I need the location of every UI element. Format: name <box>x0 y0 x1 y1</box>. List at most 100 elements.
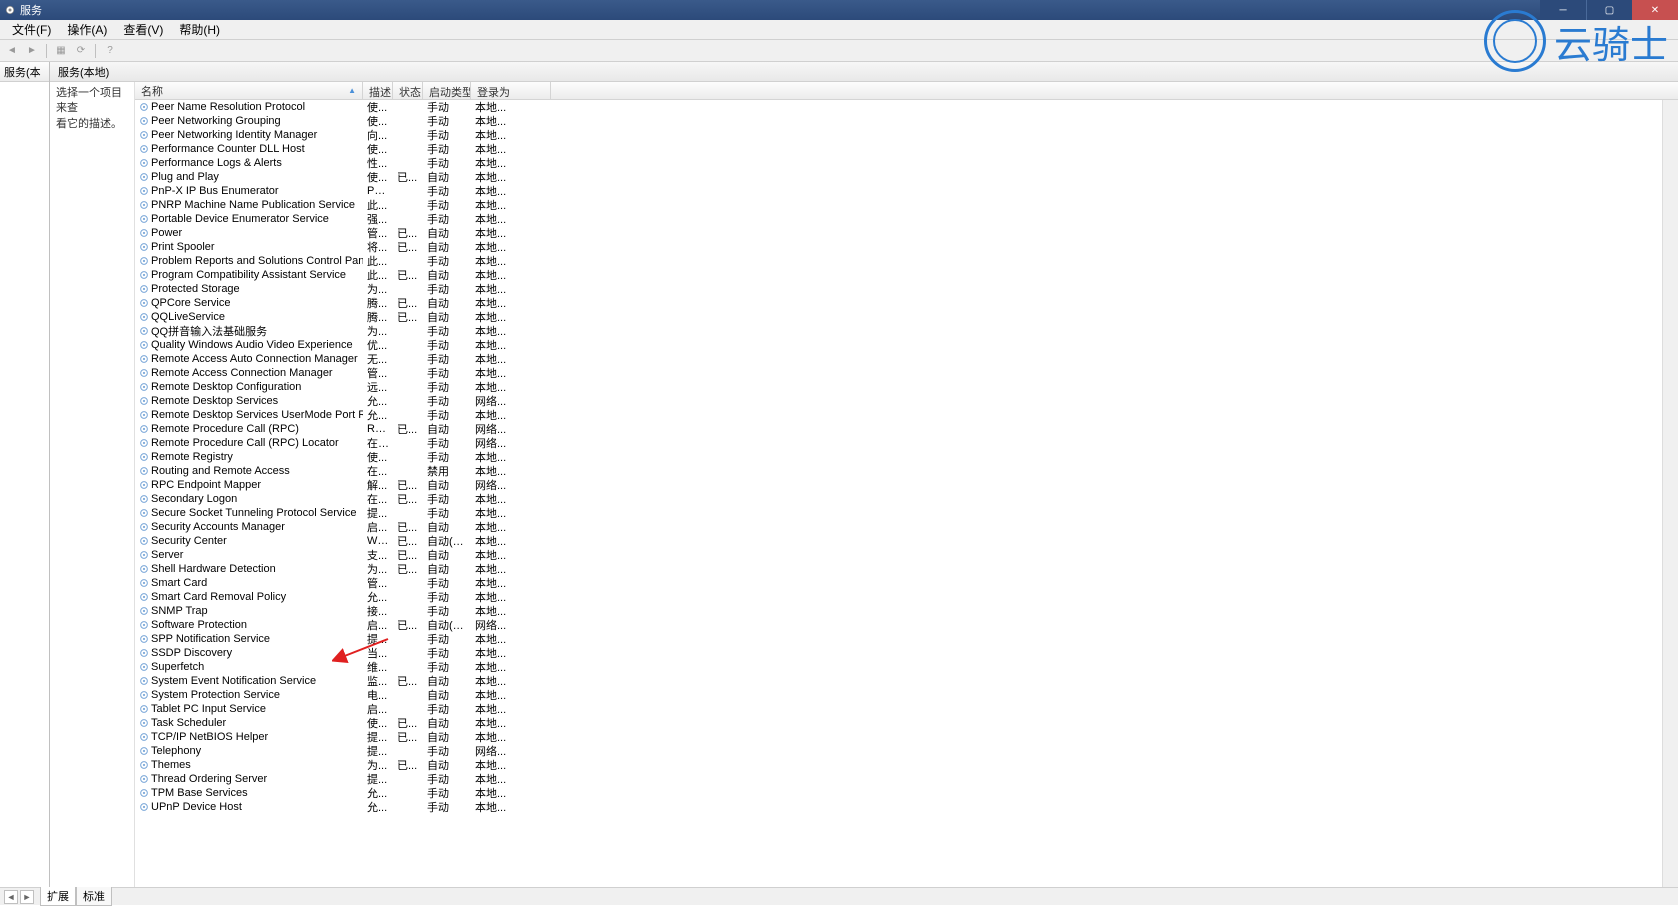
service-row[interactable]: Power管...已...自动本地... <box>135 226 1678 240</box>
service-row[interactable]: Secondary Logon在...已...手动本地... <box>135 492 1678 506</box>
service-row[interactable]: Protected Storage为...手动本地... <box>135 282 1678 296</box>
service-name-cell: Performance Counter DLL Host <box>135 143 363 155</box>
service-row[interactable]: SSDP Discovery当...手动本地... <box>135 646 1678 660</box>
service-name: Shell Hardware Detection <box>151 563 276 575</box>
gear-icon <box>139 144 149 154</box>
service-name-cell: Print Spooler <box>135 241 363 253</box>
help-button[interactable]: ? <box>102 43 118 59</box>
service-name-cell: Remote Access Connection Manager <box>135 367 363 379</box>
service-row[interactable]: Server支...已...自动本地... <box>135 548 1678 562</box>
services-list: 名称▲ 描述 状态 启动类型 登录为 Peer Name Resolution … <box>134 82 1678 887</box>
service-row[interactable]: Security CenterWS...已...自动(延...本地... <box>135 534 1678 548</box>
menu-help[interactable]: 帮助(H) <box>171 19 228 40</box>
service-row[interactable]: System Event Notification Service监...已..… <box>135 674 1678 688</box>
service-row[interactable]: Tablet PC Input Service启...手动本地... <box>135 702 1678 716</box>
service-row[interactable]: Print Spooler将...已...自动本地... <box>135 240 1678 254</box>
service-row[interactable]: Smart Card管...手动本地... <box>135 576 1678 590</box>
service-row[interactable]: Problem Reports and Solutions Control Pa… <box>135 254 1678 268</box>
nav-next-button[interactable]: ► <box>20 890 34 904</box>
service-row[interactable]: Task Scheduler使...已...自动本地... <box>135 716 1678 730</box>
service-name-cell: Power <box>135 227 363 239</box>
service-row[interactable]: Peer Networking Identity Manager向...手动本地… <box>135 128 1678 142</box>
gear-icon <box>139 746 149 756</box>
service-row[interactable]: RPC Endpoint Mapper解...已...自动网络... <box>135 478 1678 492</box>
service-row[interactable]: Smart Card Removal Policy允...手动本地... <box>135 590 1678 604</box>
gear-icon <box>139 270 149 280</box>
service-row[interactable]: Remote Desktop Services UserMode Port Re… <box>135 408 1678 422</box>
service-row[interactable]: Superfetch维...手动本地... <box>135 660 1678 674</box>
view-tabs: 扩展 标准 <box>40 887 112 906</box>
back-button[interactable]: ◄ <box>4 43 20 59</box>
gear-icon <box>139 228 149 238</box>
service-row[interactable]: Remote Desktop Configuration远...手动本地... <box>135 380 1678 394</box>
service-name: System Event Notification Service <box>151 675 316 687</box>
toolbar-button[interactable]: ▦ <box>53 43 69 59</box>
service-name: Security Accounts Manager <box>151 521 285 533</box>
service-row[interactable]: Secure Socket Tunneling Protocol Service… <box>135 506 1678 520</box>
service-row[interactable]: QQLiveService腾...已...自动本地... <box>135 310 1678 324</box>
menu-view[interactable]: 查看(V) <box>115 19 171 40</box>
col-header-startup[interactable]: 启动类型 <box>423 82 471 99</box>
service-row[interactable]: Peer Networking Grouping使...手动本地... <box>135 114 1678 128</box>
service-row[interactable]: Performance Counter DLL Host使...手动本地... <box>135 142 1678 156</box>
close-button[interactable]: ✕ <box>1632 0 1678 20</box>
service-row[interactable]: Portable Device Enumerator Service强...手动… <box>135 212 1678 226</box>
service-row[interactable]: System Protection Service电...自动本地... <box>135 688 1678 702</box>
service-row[interactable]: Security Accounts Manager启...已...自动本地... <box>135 520 1678 534</box>
service-row[interactable]: SNMP Trap接...手动本地... <box>135 604 1678 618</box>
service-row[interactable]: Peer Name Resolution Protocol使...手动本地... <box>135 100 1678 114</box>
menu-action[interactable]: 操作(A) <box>59 19 115 40</box>
service-row[interactable]: UPnP Device Host允...手动本地... <box>135 800 1678 814</box>
service-row[interactable]: Telephony提...手动网络... <box>135 744 1678 758</box>
service-row[interactable]: PNRP Machine Name Publication Service此..… <box>135 198 1678 212</box>
service-name-cell: Peer Networking Identity Manager <box>135 129 363 141</box>
service-row[interactable]: QQ拼音输入法基础服务为...手动本地... <box>135 324 1678 338</box>
service-row[interactable]: Performance Logs & Alerts性...手动本地... <box>135 156 1678 170</box>
service-row[interactable]: TCP/IP NetBIOS Helper提...已...自动本地... <box>135 730 1678 744</box>
minimize-button[interactable]: ─ <box>1540 0 1586 20</box>
service-row[interactable]: Themes为...已...自动本地... <box>135 758 1678 772</box>
service-row[interactable]: Software Protection启...已...自动(延...网络... <box>135 618 1678 632</box>
forward-button[interactable]: ► <box>24 43 40 59</box>
service-row[interactable]: Remote Procedure Call (RPC)RP...已...自动网络… <box>135 422 1678 436</box>
service-row[interactable]: Program Compatibility Assistant Service此… <box>135 268 1678 282</box>
gear-icon <box>139 242 149 252</box>
col-header-name[interactable]: 名称▲ <box>135 82 363 99</box>
gear-icon <box>139 382 149 392</box>
tab-standard[interactable]: 标准 <box>76 887 112 906</box>
service-row[interactable]: Remote Procedure Call (RPC) Locator在 ...… <box>135 436 1678 450</box>
service-row[interactable]: QPCore Service腾...已...自动本地... <box>135 296 1678 310</box>
menu-file[interactable]: 文件(F) <box>4 19 59 40</box>
service-row[interactable]: PnP-X IP Bus EnumeratorPn...手动本地... <box>135 184 1678 198</box>
service-name: Print Spooler <box>151 241 215 253</box>
service-row[interactable]: Remote Registry使...手动本地... <box>135 450 1678 464</box>
nav-prev-button[interactable]: ◄ <box>4 890 18 904</box>
app-icon <box>4 4 16 16</box>
service-name: Problem Reports and Solutions Control Pa… <box>151 255 363 267</box>
refresh-button[interactable]: ⟳ <box>73 43 89 59</box>
service-row[interactable]: Remote Access Connection Manager管...手动本地… <box>135 366 1678 380</box>
maximize-button[interactable]: ▢ <box>1586 0 1632 20</box>
service-name-cell: Remote Desktop Configuration <box>135 381 363 393</box>
col-header-logon[interactable]: 登录为 <box>471 82 551 99</box>
service-name: TPM Base Services <box>151 787 248 799</box>
service-row[interactable]: Remote Access Auto Connection Manager无..… <box>135 352 1678 366</box>
service-name: Performance Counter DLL Host <box>151 143 305 155</box>
service-row[interactable]: Plug and Play使...已...自动本地... <box>135 170 1678 184</box>
vertical-scrollbar[interactable] <box>1662 100 1678 887</box>
service-name: Secondary Logon <box>151 493 237 505</box>
service-row[interactable]: TPM Base Services允...手动本地... <box>135 786 1678 800</box>
service-name: Remote Desktop Services <box>151 395 278 407</box>
col-header-status[interactable]: 状态 <box>393 82 423 99</box>
tab-extended[interactable]: 扩展 <box>40 887 76 906</box>
service-row[interactable]: Shell Hardware Detection为...已...自动本地... <box>135 562 1678 576</box>
service-row[interactable]: SPP Notification Service提...手动本地... <box>135 632 1678 646</box>
service-row[interactable]: Routing and Remote Access在...禁用本地... <box>135 464 1678 478</box>
col-header-desc[interactable]: 描述 <box>363 82 393 99</box>
service-name-cell: System Protection Service <box>135 689 363 701</box>
tree-root[interactable]: 服务(本 <box>0 62 49 82</box>
service-row[interactable]: Remote Desktop Services允...手动网络... <box>135 394 1678 408</box>
service-row[interactable]: Quality Windows Audio Video Experience优.… <box>135 338 1678 352</box>
service-row[interactable]: Thread Ordering Server提...手动本地... <box>135 772 1678 786</box>
gear-icon <box>139 396 149 406</box>
